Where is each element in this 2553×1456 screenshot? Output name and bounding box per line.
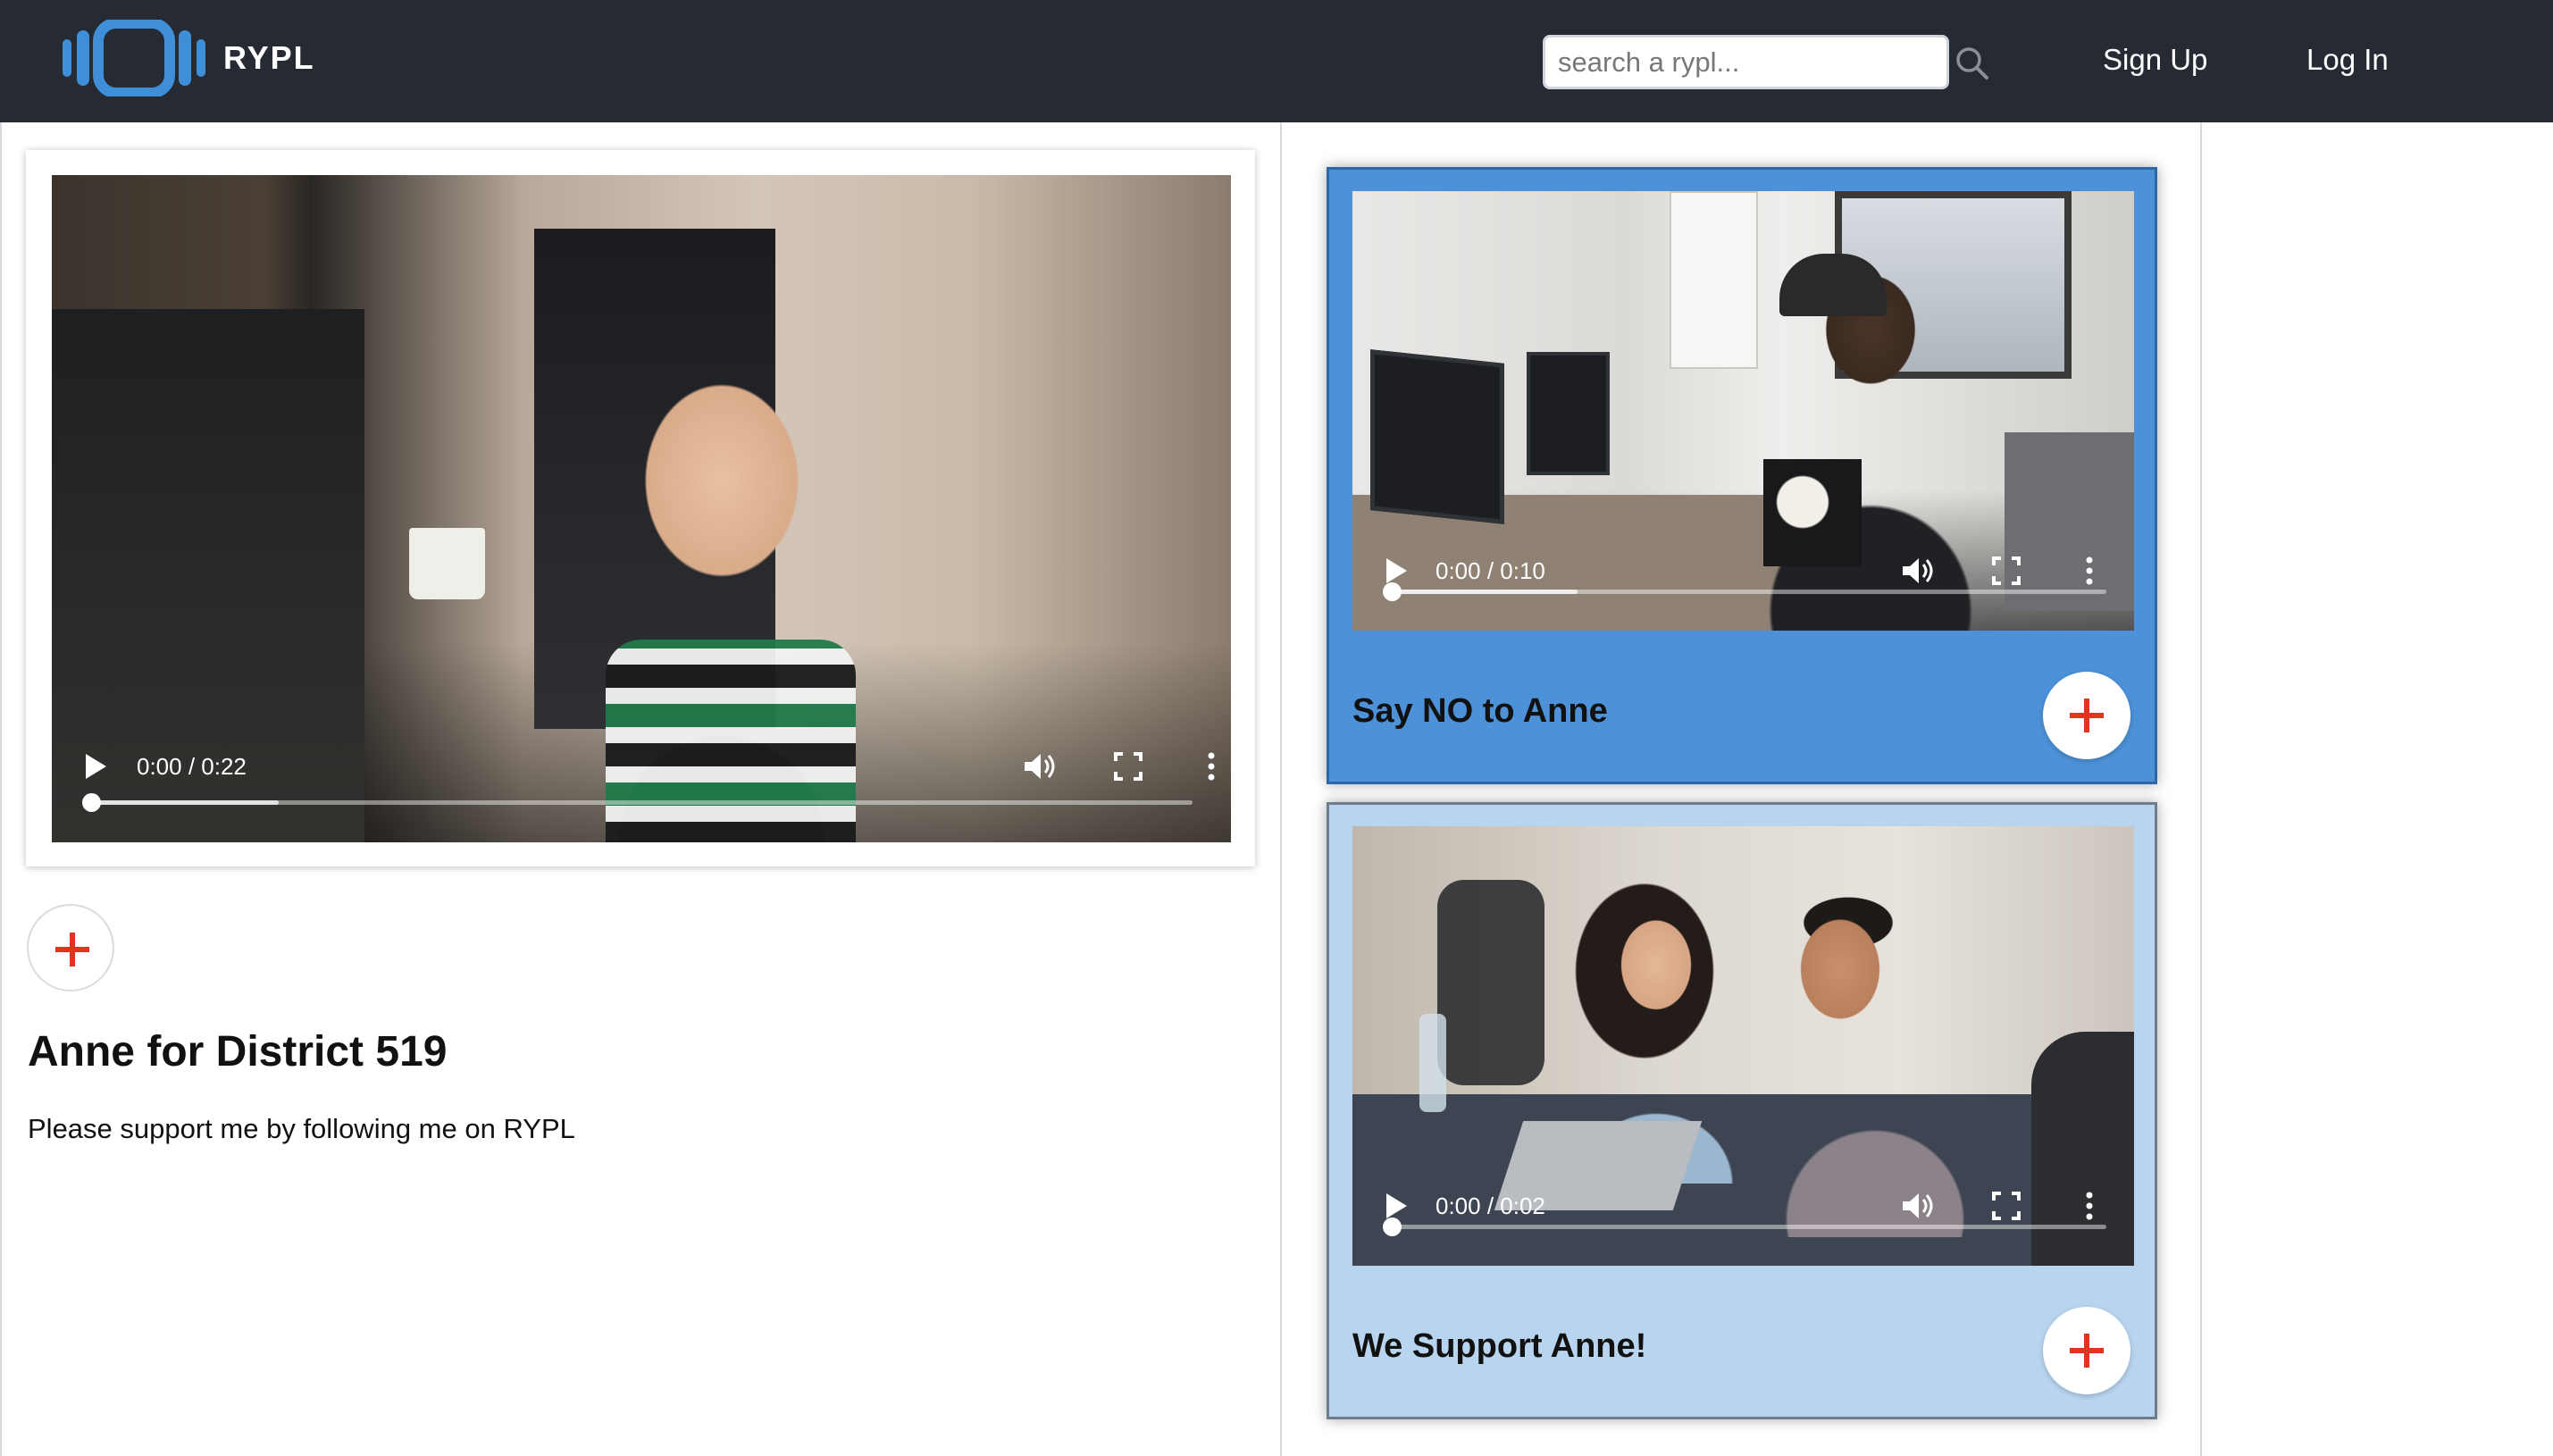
- rypl-logo-icon[interactable]: [61, 20, 207, 96]
- video-controls: 0:00 / 0:02: [1352, 1159, 2134, 1266]
- play-button[interactable]: [1386, 558, 1407, 583]
- more-options-icon[interactable]: [2072, 553, 2107, 589]
- progress-knob[interactable]: [82, 793, 101, 812]
- volume-icon[interactable]: [1021, 749, 1057, 784]
- video-progress-bar[interactable]: [1383, 1218, 2106, 1236]
- follow-button[interactable]: [2043, 1307, 2130, 1394]
- video-progress-bar[interactable]: [82, 793, 1193, 812]
- response-video-player[interactable]: 0:00 / 0:10: [1352, 191, 2134, 631]
- response-card[interactable]: 0:00 / 0:10 Say NO to Anne: [1327, 167, 2157, 784]
- video-progress-bar[interactable]: [1383, 582, 2106, 601]
- search-input[interactable]: [1543, 35, 1949, 89]
- fullscreen-icon[interactable]: [1988, 1188, 2024, 1224]
- video-time: 0:00 / 0:02: [1436, 1192, 1545, 1219]
- buffered-bar: [91, 800, 279, 805]
- video-time: 0:00 / 0:10: [1436, 557, 1545, 584]
- main-video-player[interactable]: 0:00 / 0:22: [52, 175, 1231, 842]
- more-options-icon[interactable]: [2072, 1188, 2107, 1224]
- video-controls: 0:00 / 0:22: [52, 735, 1231, 842]
- volume-icon[interactable]: [1899, 553, 1935, 589]
- search-icon[interactable]: [1955, 46, 1990, 81]
- page-description: Please support me by following me on RYP…: [28, 1113, 575, 1144]
- main-video-card: 0:00 / 0:22: [26, 150, 1255, 866]
- follow-button[interactable]: [2043, 672, 2130, 759]
- progress-knob[interactable]: [1383, 582, 1402, 601]
- plus-icon: [2070, 1334, 2104, 1368]
- brand-name[interactable]: RYPL: [223, 39, 315, 77]
- video-time: 0:00 / 0:22: [137, 753, 247, 780]
- play-button[interactable]: [86, 754, 106, 779]
- follow-button[interactable]: [27, 904, 114, 992]
- buffered-bar: [1392, 590, 1578, 594]
- video-controls: 0:00 / 0:10: [1352, 523, 2134, 631]
- progress-knob[interactable]: [1383, 1218, 1402, 1236]
- plus-icon: [2070, 699, 2104, 732]
- volume-icon[interactable]: [1899, 1188, 1935, 1224]
- top-navbar: RYPL Sign Up Log In: [0, 0, 2553, 122]
- play-button[interactable]: [1386, 1193, 1407, 1218]
- login-link[interactable]: Log In: [2306, 43, 2389, 77]
- page-title: Anne for District 519: [28, 1028, 448, 1075]
- response-card[interactable]: 0:00 / 0:02 We Support Anne!: [1327, 802, 2157, 1419]
- fullscreen-icon[interactable]: [1110, 749, 1146, 784]
- fullscreen-icon[interactable]: [1988, 553, 2024, 589]
- more-options-icon[interactable]: [1193, 749, 1229, 784]
- response-video-player[interactable]: 0:00 / 0:02: [1352, 826, 2134, 1266]
- response-title[interactable]: Say NO to Anne: [1352, 692, 1608, 731]
- plus-icon: [55, 933, 89, 966]
- signup-link[interactable]: Sign Up: [2103, 43, 2207, 77]
- response-title[interactable]: We Support Anne!: [1352, 1327, 1646, 1366]
